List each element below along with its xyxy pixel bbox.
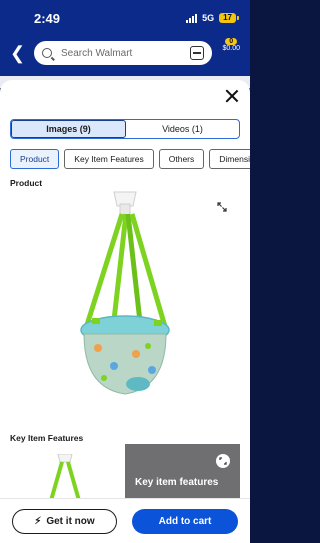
section-heading-product: Product: [10, 178, 43, 188]
action-bar: ⚡︎ Get it now Add to cart: [0, 498, 250, 543]
battery-icon: 17: [219, 13, 239, 23]
search-bar[interactable]: Search Walmart: [34, 41, 212, 65]
signal-icon: [186, 13, 198, 23]
scan-icon[interactable]: [190, 46, 204, 60]
status-bar: 2:49 5G 17: [0, 0, 250, 36]
media-gallery-modal: Images (9) Videos (1) Product Key Item F…: [0, 80, 250, 543]
battery-level: 17: [223, 13, 232, 22]
status-indicators: 5G 17: [186, 13, 239, 23]
key-item-features-card[interactable]: Key item features: [125, 444, 240, 504]
cart-count: 0: [225, 38, 238, 45]
tab-images[interactable]: Images (9): [11, 120, 126, 138]
get-it-now-button[interactable]: ⚡︎ Get it now: [12, 509, 117, 534]
add-to-cart-button[interactable]: Add to cart: [132, 509, 238, 534]
tab-videos[interactable]: Videos (1): [126, 120, 239, 138]
expand-icon[interactable]: [216, 201, 228, 213]
key-item-features-card-label: Key item features: [135, 477, 219, 488]
lightning-icon: ⚡︎: [34, 516, 42, 527]
cart-total: $0.00: [222, 45, 240, 52]
search-placeholder: Search Walmart: [61, 47, 133, 59]
chip-key-item-features[interactable]: Key Item Features: [64, 149, 154, 169]
get-it-now-label: Get it now: [46, 516, 95, 527]
features-thumbnail-image[interactable]: [40, 454, 90, 504]
close-icon[interactable]: [224, 88, 240, 104]
back-arrow-icon[interactable]: ❮: [10, 43, 25, 63]
chip-product[interactable]: Product: [10, 149, 60, 169]
network-label: 5G: [202, 13, 215, 23]
section-heading-key-item-features: Key Item Features: [10, 433, 84, 443]
status-time: 2:49: [34, 11, 61, 26]
chip-dimensions[interactable]: Dimensi: [209, 149, 250, 169]
chip-others[interactable]: Others: [158, 149, 205, 169]
expand-icon[interactable]: [216, 454, 230, 468]
background-header: ❮ Search Walmart 0 $0.00: [0, 36, 250, 76]
media-type-toggle: Images (9) Videos (1): [10, 119, 240, 139]
cart-icon[interactable]: 0 $0.00: [222, 38, 240, 52]
search-icon: [42, 48, 52, 58]
category-chip-row: Product Key Item Features Others Dimensi: [10, 149, 250, 169]
product-image[interactable]: [62, 188, 188, 410]
